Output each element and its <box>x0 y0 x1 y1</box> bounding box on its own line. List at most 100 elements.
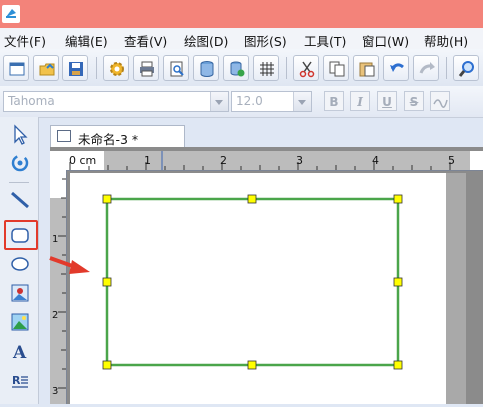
print-button[interactable] <box>133 55 159 81</box>
rotate-icon <box>11 154 29 172</box>
rotate-tool[interactable] <box>7 150 33 176</box>
ruler-corner <box>50 151 66 170</box>
document-tab[interactable]: 未命名-3 * <box>50 125 185 147</box>
h-tick-label: 4 <box>372 154 379 167</box>
text-effect-icon <box>433 99 448 108</box>
database-settings-button[interactable] <box>223 55 249 81</box>
menu-help[interactable]: 帮助(H) <box>424 31 468 50</box>
new-button[interactable] <box>3 55 29 81</box>
document-icon <box>57 130 71 142</box>
menu-window[interactable]: 窗口(W) <box>362 31 409 50</box>
new-icon <box>9 62 25 76</box>
resize-handle[interactable] <box>102 194 112 204</box>
strikethrough-button[interactable]: S <box>404 91 424 111</box>
v-tick-label: 1 <box>52 234 58 245</box>
line-tool[interactable] <box>7 187 33 213</box>
format-toolbar: Tahoma 12.0 B I U S <box>0 86 483 118</box>
drawing-toolbox: A R <box>0 117 39 404</box>
copy-button[interactable] <box>323 55 349 81</box>
bold-button[interactable]: B <box>324 91 344 111</box>
open-icon <box>39 63 55 76</box>
text-tool[interactable]: A <box>7 338 33 364</box>
canvas-drawing <box>102 194 403 370</box>
vertical-ruler: 1 2 3 <box>50 170 67 404</box>
app-icon[interactable] <box>2 5 20 23</box>
image-tool[interactable] <box>7 280 33 306</box>
menu-file[interactable]: 文件(F) <box>4 31 46 50</box>
h-tick-label: 2 <box>220 154 227 167</box>
zoom-icon <box>458 61 474 77</box>
picture-tool[interactable] <box>7 309 33 335</box>
line-icon <box>11 191 29 209</box>
svg-text:A: A <box>12 343 27 363</box>
horizontal-ruler: 0 cm 1 2 3 4 5 <box>66 151 483 171</box>
title-bar <box>0 0 483 28</box>
resize-handle[interactable] <box>247 360 257 370</box>
resize-handle[interactable] <box>247 194 257 204</box>
undo-button[interactable] <box>383 55 409 81</box>
select-icon <box>14 124 28 145</box>
document-tabbar: 未命名-3 * <box>44 125 483 147</box>
red-arrow-annotation <box>49 256 90 274</box>
menu-edit[interactable]: 编辑(E) <box>65 31 108 50</box>
resize-handle[interactable] <box>393 360 403 370</box>
underline-button[interactable]: U <box>377 91 397 111</box>
image-icon <box>11 284 29 302</box>
print-preview-button[interactable] <box>163 55 189 81</box>
font-name-value: Tahoma <box>8 94 55 108</box>
save-icon <box>69 62 83 76</box>
zoom-button[interactable] <box>453 55 479 81</box>
italic-button[interactable]: I <box>350 91 370 111</box>
save-button[interactable] <box>62 55 88 81</box>
undo-icon <box>390 63 404 72</box>
text-effect-button[interactable] <box>430 91 450 111</box>
paste-button[interactable] <box>353 55 379 81</box>
database-settings-icon <box>230 61 245 77</box>
chevron-down-icon[interactable] <box>210 92 228 111</box>
resize-handle[interactable] <box>102 277 112 287</box>
settings-icon <box>110 62 124 76</box>
cut-button[interactable] <box>293 55 319 81</box>
v-tick-label: 3 <box>52 386 58 397</box>
label-canvas[interactable] <box>70 173 446 404</box>
menu-view[interactable]: 查看(V) <box>124 31 167 50</box>
grid-icon <box>260 62 274 76</box>
canvas-shadow <box>446 173 466 404</box>
print-preview-icon <box>170 61 184 77</box>
main-toolbar <box>0 49 483 87</box>
ruler-unit: 0 cm <box>69 154 96 167</box>
ellipse-tool[interactable] <box>7 251 33 277</box>
svg-text:R: R <box>12 374 21 387</box>
copy-icon <box>329 61 345 77</box>
font-name-select[interactable]: Tahoma <box>3 91 229 112</box>
database-button[interactable] <box>193 55 219 81</box>
paste-icon <box>359 62 375 77</box>
text-icon: A <box>12 343 27 363</box>
chevron-down-icon[interactable] <box>293 92 311 111</box>
v-tick-label: 2 <box>52 310 58 321</box>
rich-text-icon: R <box>12 374 28 388</box>
resize-handle[interactable] <box>102 360 112 370</box>
tool-highlight <box>4 220 38 250</box>
font-size-select[interactable]: 12.0 <box>231 91 312 112</box>
h-tick-label: 1 <box>144 154 151 167</box>
menu-tools[interactable]: 工具(T) <box>304 31 346 50</box>
open-button[interactable] <box>33 55 59 81</box>
settings-button[interactable] <box>103 55 129 81</box>
font-size-value: 12.0 <box>236 94 263 108</box>
grid-button[interactable] <box>253 55 279 81</box>
selected-rectangle[interactable] <box>105 197 400 367</box>
picture-icon <box>11 313 29 331</box>
menu-shape[interactable]: 图形(S) <box>244 31 287 50</box>
select-tool[interactable] <box>7 122 33 148</box>
resize-handle[interactable] <box>393 277 403 287</box>
menu-bar: 文件(F) 编辑(E) 查看(V) 绘图(D) 图形(S) 工具(T) 窗口(W… <box>0 28 483 50</box>
rich-text-tool[interactable]: R <box>7 367 33 393</box>
document-tab-title: 未命名-3 * <box>78 132 139 147</box>
resize-handle[interactable] <box>393 194 403 204</box>
redo-button[interactable] <box>413 55 439 81</box>
redo-icon <box>419 62 435 74</box>
menu-draw[interactable]: 绘图(D) <box>184 31 228 50</box>
h-tick-label: 3 <box>296 154 303 167</box>
database-icon <box>200 61 214 77</box>
